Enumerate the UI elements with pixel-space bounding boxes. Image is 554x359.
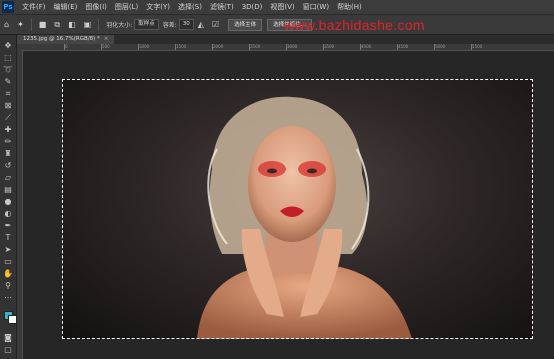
new-selection-icon[interactable]: ■ [39, 20, 47, 29]
close-icon[interactable]: × [104, 36, 109, 42]
home-icon[interactable]: ⌂ [4, 20, 9, 29]
ruler-tick: 1000 [137, 44, 150, 50]
path-select-icon[interactable]: ➤ [2, 245, 14, 255]
photoshop-logo: Ps [2, 1, 14, 13]
pen-icon[interactable]: ✒ [2, 221, 14, 231]
divider [30, 18, 32, 31]
divider [98, 18, 100, 31]
menu-file[interactable]: 文件(F) [18, 2, 50, 12]
horizontal-ruler: 0 500 1000 1500 2000 2500 3000 3500 4000… [17, 44, 554, 51]
menu-image[interactable]: 图像(I) [81, 2, 111, 12]
menu-window[interactable]: 窗口(W) [299, 2, 333, 12]
document-tab[interactable]: 1235.jpg @ 16.7%(RGB/8) * × [17, 35, 115, 44]
move-icon[interactable]: ✥ [2, 41, 14, 51]
document-tab-bar: 1235.jpg @ 16.7%(RGB/8) * × [17, 35, 554, 44]
marquee-icon[interactable]: ⬚ [2, 53, 14, 63]
gradient-icon[interactable]: ▤ [2, 185, 14, 195]
frame-icon[interactable]: ⊠ [2, 101, 14, 111]
marching-ants-selection [62, 79, 533, 339]
anti-alias-icon[interactable]: ◭ [198, 20, 204, 29]
ruler-tick: 3000 [285, 44, 298, 50]
zoom-icon[interactable]: ⚲ [2, 281, 14, 291]
dodge-icon[interactable]: ◐ [2, 209, 14, 219]
eyedropper-icon[interactable]: ⟋ [2, 113, 14, 123]
ruler-tick: 4500 [396, 44, 409, 50]
more-icon[interactable]: ⋯ [2, 293, 14, 303]
ruler-tick: 5000 [433, 44, 446, 50]
intersect-selection-icon[interactable]: ▣ [84, 20, 92, 29]
eraser-icon[interactable]: ▱ [2, 173, 14, 183]
document-tab-title: 1235.jpg @ 16.7%(RGB/8) * [23, 36, 100, 42]
menu-3d[interactable]: 3D(D) [238, 3, 267, 11]
options-bar: ⌂ ✦ ■ ⧉ ◧ ▣ 羽化大小: 取样点 容差: 30 ◭ ☑ 选择主体 选择… [0, 15, 554, 35]
crop-icon[interactable]: ⌗ [2, 89, 14, 99]
ruler-tick: 5500 [470, 44, 483, 50]
menu-filter[interactable]: 滤镜(T) [206, 2, 238, 12]
add-selection-icon[interactable]: ⧉ [54, 20, 60, 30]
watermark-text: www.bazhidashe.com [284, 17, 425, 33]
subtract-selection-icon[interactable]: ◧ [68, 20, 76, 29]
ruler-tick: 500 [101, 44, 110, 50]
stamp-icon[interactable]: ♜ [2, 149, 14, 159]
ruler-tick: 0 [64, 44, 68, 50]
screen-mode-icon[interactable]: ▢ [2, 345, 14, 355]
quick-mask-icon[interactable]: ◙ [2, 333, 14, 343]
hand-icon[interactable]: ✋ [2, 269, 14, 279]
tolerance-input[interactable]: 30 [178, 19, 194, 30]
sample-size-select[interactable]: 取样点 [134, 19, 159, 30]
rectangle-icon[interactable]: ▭ [2, 257, 14, 267]
lasso-icon[interactable]: ➰ [2, 65, 14, 75]
menu-layer[interactable]: 图层(L) [111, 2, 142, 12]
menu-help[interactable]: 帮助(H) [333, 2, 366, 12]
brush-icon[interactable]: ✏ [2, 137, 14, 147]
menu-edit[interactable]: 编辑(E) [50, 2, 82, 12]
ruler-tick: 4000 [359, 44, 372, 50]
background-color-swatch[interactable] [8, 315, 17, 324]
quick-select-icon[interactable]: ✎ [2, 77, 14, 87]
menu-type[interactable]: 文字(Y) [142, 2, 174, 12]
contiguous-icon[interactable]: ☑ [212, 20, 219, 29]
history-brush-icon[interactable]: ↺ [2, 161, 14, 171]
ruler-tick: 1500 [174, 44, 187, 50]
ruler-tick: 3500 [322, 44, 335, 50]
tolerance-label: 容差: [162, 22, 177, 29]
tools-panel: ✥ ⬚ ➰ ✎ ⌗ ⊠ ⟋ ✚ ✏ ♜ ↺ ▱ ▤ ● ◐ ✒ T ➤ ▭ ✋ … [0, 35, 17, 359]
sample-size-label: 羽化大小: [106, 22, 133, 29]
ruler-tick: 2000 [211, 44, 224, 50]
menu-select[interactable]: 选择(S) [174, 2, 206, 12]
magic-wand-icon[interactable]: ✦ [17, 20, 24, 29]
healing-icon[interactable]: ✚ [2, 125, 14, 135]
menu-bar: Ps 文件(F) 编辑(E) 图像(I) 图层(L) 文字(Y) 选择(S) 滤… [0, 0, 554, 15]
ruler-tick: 2500 [248, 44, 261, 50]
menu-view[interactable]: 视图(V) [266, 2, 298, 12]
select-subject-button[interactable]: 选择主体 [228, 18, 263, 31]
type-icon[interactable]: T [2, 233, 14, 243]
blur-icon[interactable]: ● [2, 197, 14, 207]
